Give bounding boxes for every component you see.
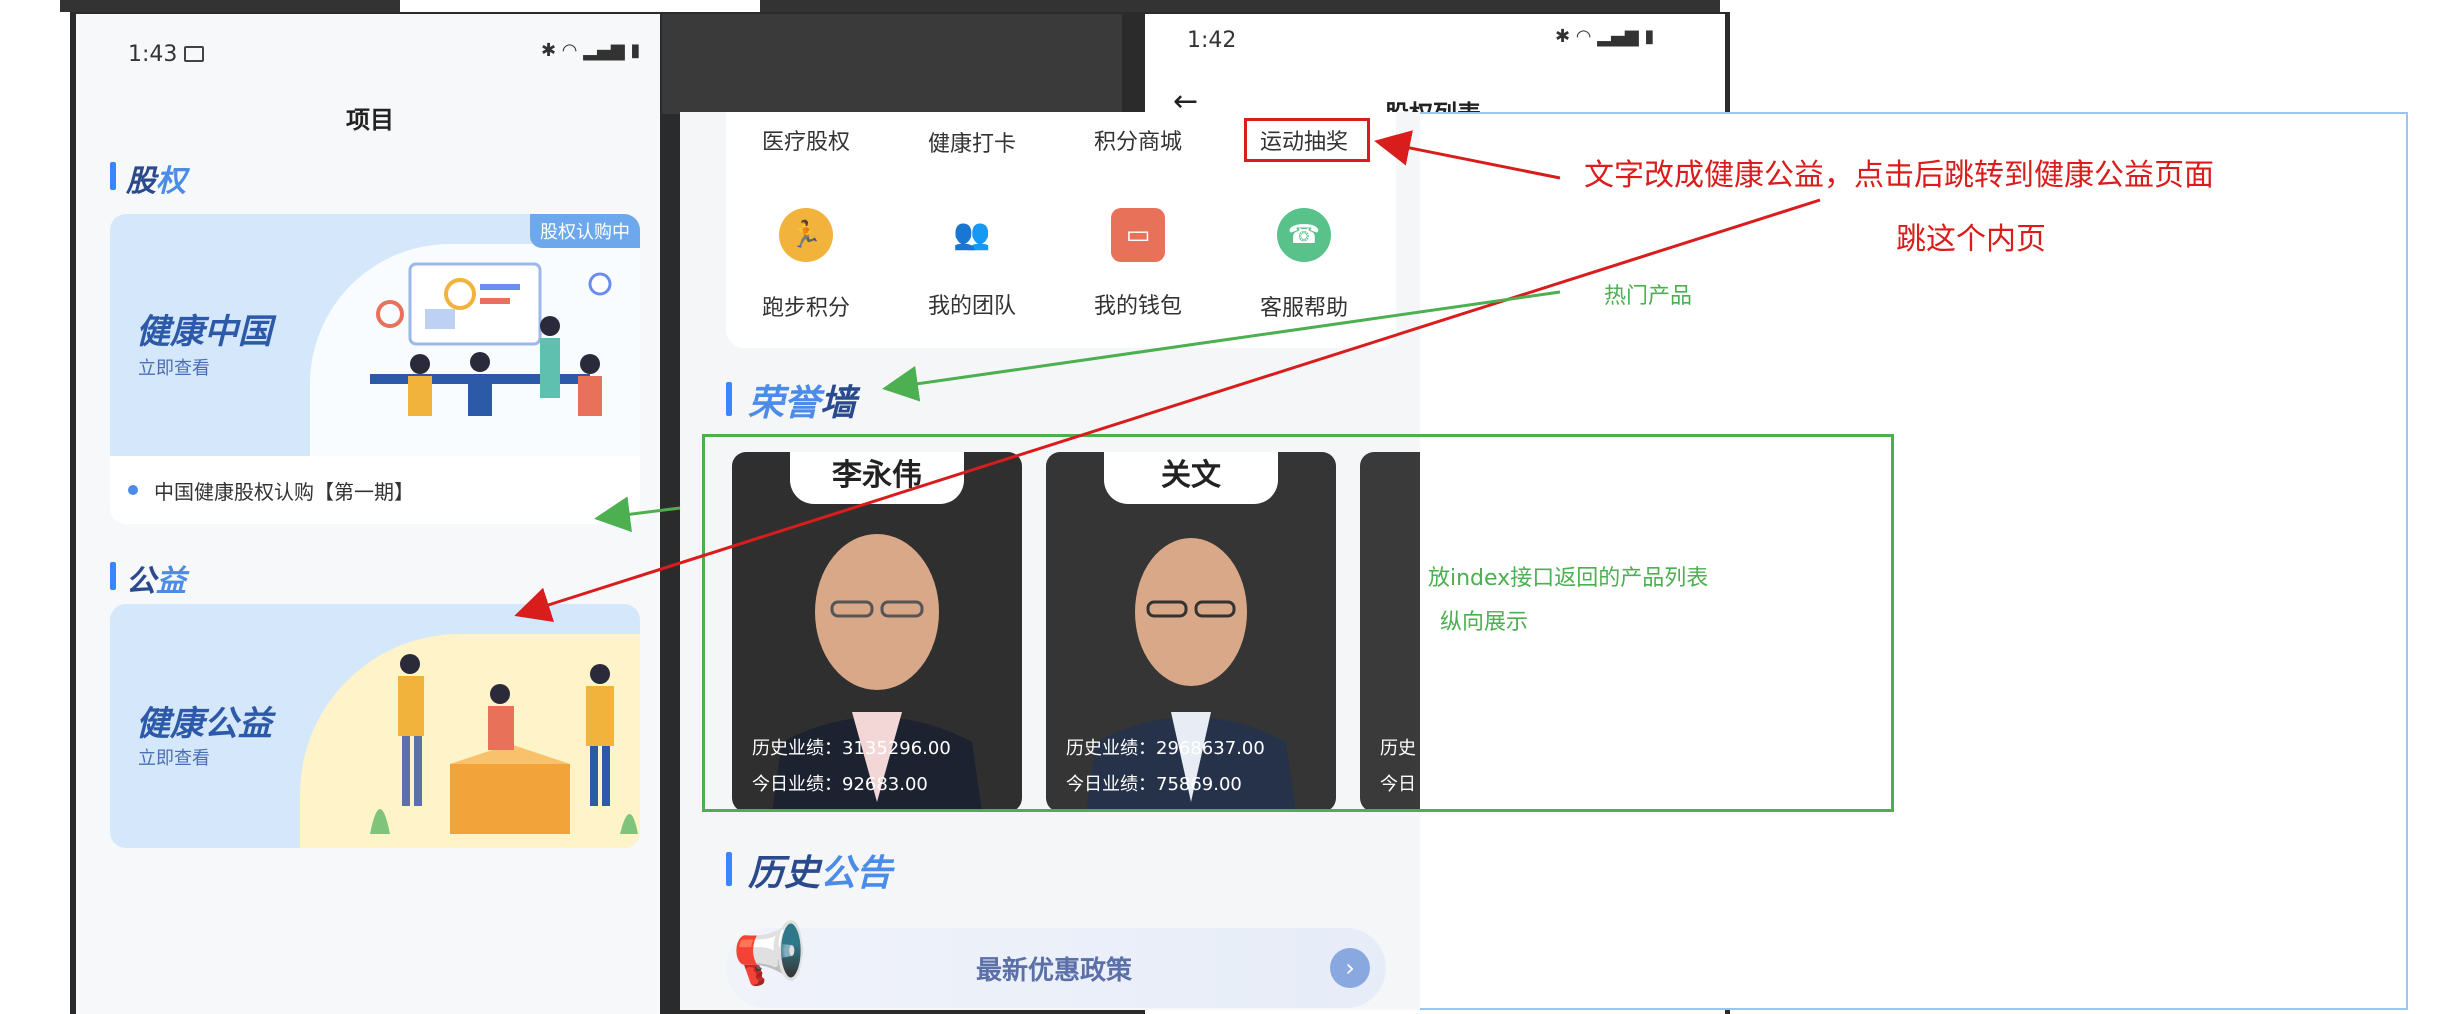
red-arrow-to-welfare [514,198,1821,623]
green-arrow-to-honor [882,290,1561,402]
green-arrow-to-left [594,496,681,533]
annotation-arrows [514,130,1821,623]
red-arrow-to-lottery [1374,130,1561,180]
